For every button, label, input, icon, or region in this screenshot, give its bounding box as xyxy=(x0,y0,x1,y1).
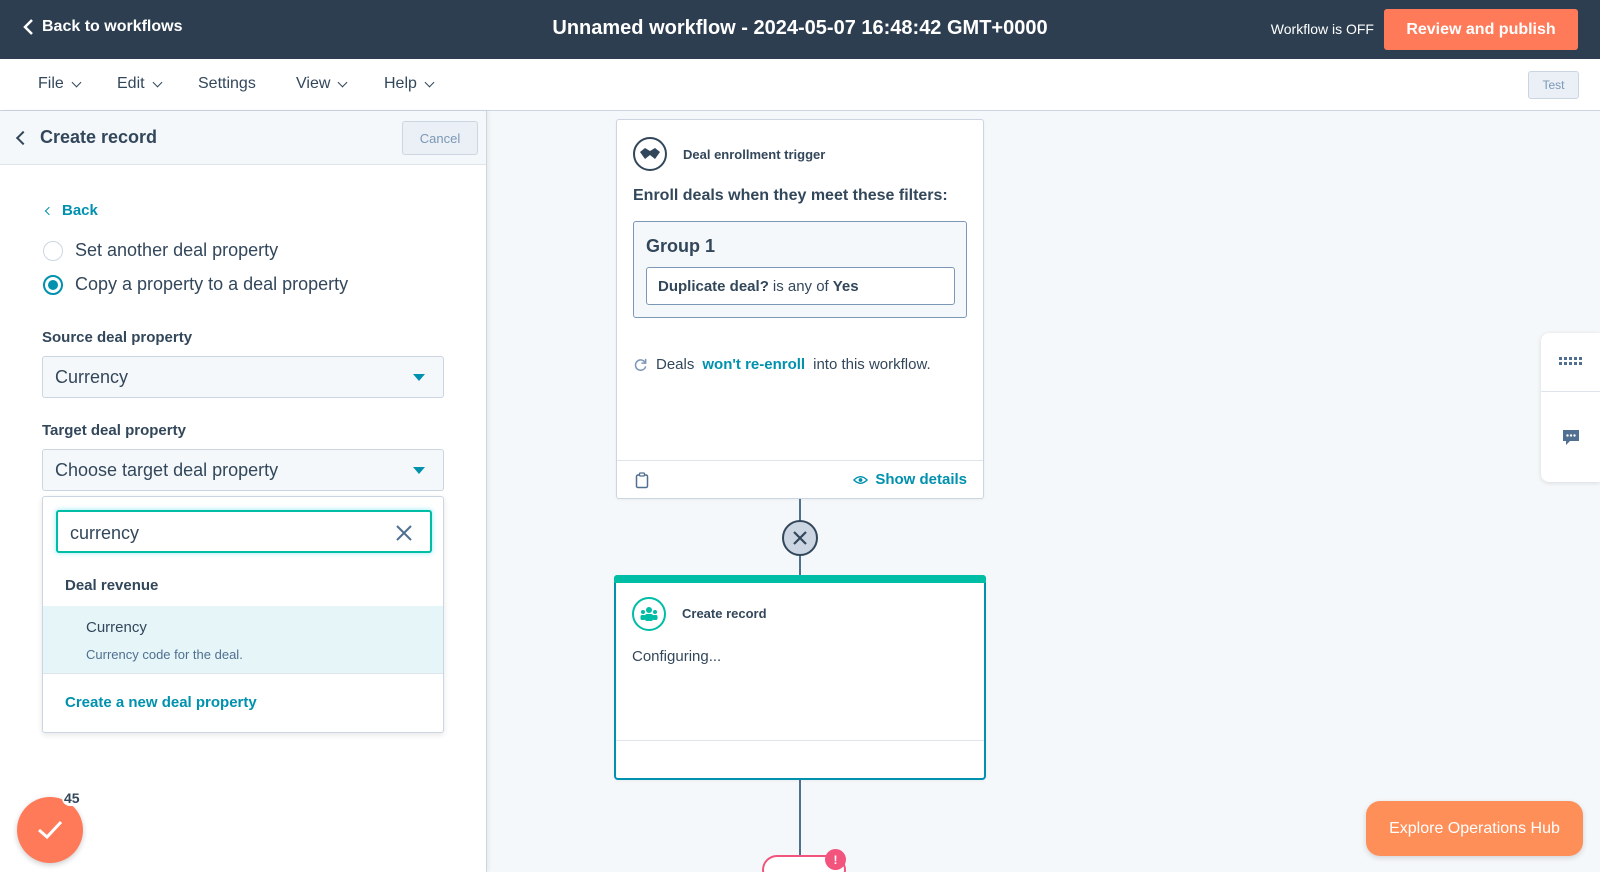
reenroll-post: into this workflow. xyxy=(813,356,931,373)
side-tools-panel xyxy=(1541,333,1600,482)
reenroll-note: Deals won't re-enroll into this workflow… xyxy=(633,356,931,373)
menu-file-label: File xyxy=(38,75,64,92)
menu-file[interactable]: File xyxy=(38,75,82,93)
search-value: currency xyxy=(70,523,140,543)
option-description: Currency code for the deal. xyxy=(86,647,243,662)
filter-group: Group 1 Duplicate deal? is any of Yes xyxy=(633,221,967,318)
explore-operations-hub-button[interactable]: Explore Operations Hub xyxy=(1366,801,1583,856)
create-record-panel: Create record Cancel Back Set another de… xyxy=(0,111,487,872)
panel-header: Create record Cancel xyxy=(0,111,486,165)
filter-property: Duplicate deal? xyxy=(658,277,769,295)
checkmark-icon xyxy=(38,820,63,840)
chevron-down-icon xyxy=(152,77,163,87)
clipboard-icon[interactable] xyxy=(635,472,649,489)
trigger-title: Deal enrollment trigger xyxy=(683,147,826,162)
top-bar: Back to workflows Unnamed workflow - 202… xyxy=(0,0,1600,59)
connector-line xyxy=(799,780,801,860)
people-icon xyxy=(632,597,666,631)
action-card-accent xyxy=(614,575,986,583)
create-record-action-card[interactable]: Create record Configuring... xyxy=(614,575,986,780)
cancel-button[interactable]: Cancel xyxy=(402,121,478,155)
handshake-icon xyxy=(633,137,667,171)
menu-help[interactable]: Help xyxy=(384,75,435,93)
menu-view[interactable]: View xyxy=(296,75,348,93)
chevron-down-icon xyxy=(337,77,348,87)
keyboard-icon xyxy=(1558,357,1582,365)
dropdown-divider xyxy=(43,673,443,674)
radio-label: Set another deal property xyxy=(75,240,279,260)
radio-copy-property[interactable]: Copy a property to a deal property xyxy=(43,274,348,295)
target-property-select[interactable]: Choose target deal property xyxy=(42,449,444,491)
chevron-left-icon xyxy=(15,130,31,145)
create-new-property-link[interactable]: Create a new deal property xyxy=(65,694,257,711)
checklist-count-badge: 45 xyxy=(62,790,82,806)
keyboard-shortcuts-button[interactable] xyxy=(1541,333,1600,391)
eye-icon xyxy=(853,475,869,484)
warning-badge: ! xyxy=(825,849,846,870)
enroll-text: Enroll deals when they meet these filter… xyxy=(633,187,948,204)
action-status: Configuring... xyxy=(632,648,722,665)
target-property-dropdown: currency Deal revenue Currency Currency … xyxy=(42,496,444,733)
radio-set-another-property[interactable]: Set another deal property xyxy=(43,240,278,261)
back-link[interactable]: Back xyxy=(44,202,98,219)
menu-help-label: Help xyxy=(384,75,417,92)
trigger-card-footer: Show details xyxy=(617,460,983,499)
source-property-label: Source deal property xyxy=(42,329,193,346)
radio-button-checked[interactable] xyxy=(43,274,63,295)
action-card-divider xyxy=(616,740,984,741)
test-button[interactable]: Test xyxy=(1528,71,1579,99)
filter-operator: is any of xyxy=(772,277,829,295)
menu-view-label: View xyxy=(296,75,331,92)
reenroll-link[interactable]: won't re-enroll xyxy=(702,356,805,373)
caret-down-icon xyxy=(413,374,425,381)
clear-icon[interactable] xyxy=(395,524,413,542)
source-property-select[interactable]: Currency xyxy=(42,356,444,398)
chevron-left-icon xyxy=(23,19,33,35)
back-to-workflows-link[interactable]: Back to workflows xyxy=(22,18,182,36)
source-property-value: Currency xyxy=(55,366,129,387)
option-title: Currency xyxy=(86,619,147,636)
target-property-value: Choose target deal property xyxy=(55,459,279,480)
delete-connection-button[interactable] xyxy=(782,520,818,556)
review-and-publish-button[interactable]: Review and publish xyxy=(1384,9,1578,50)
refresh-icon xyxy=(634,358,647,371)
dropdown-group-label: Deal revenue xyxy=(65,577,159,594)
caret-down-icon xyxy=(413,467,425,474)
menu-bar: File Edit Settings View Help Test xyxy=(0,59,1600,111)
close-icon xyxy=(793,531,807,545)
action-title: Create record xyxy=(682,606,767,621)
chevron-down-icon xyxy=(71,77,82,87)
show-details-link[interactable]: Show details xyxy=(853,471,967,488)
radio-button[interactable] xyxy=(43,240,63,261)
property-search-input[interactable]: currency xyxy=(56,510,432,553)
show-details-label: Show details xyxy=(875,471,967,488)
onboarding-checklist-button[interactable] xyxy=(17,797,83,863)
menu-settings-label: Settings xyxy=(198,75,256,92)
filter-value: Yes xyxy=(832,277,859,295)
menu-settings[interactable]: Settings xyxy=(198,75,256,93)
panel-title-label: Create record xyxy=(40,127,158,147)
connector-line xyxy=(799,556,801,576)
chevron-down-icon xyxy=(424,77,435,87)
comment-icon xyxy=(1562,429,1579,445)
back-to-workflows-label: Back to workflows xyxy=(42,18,183,35)
panel-title[interactable]: Create record xyxy=(14,127,157,148)
filter-condition[interactable]: Duplicate deal? is any of Yes xyxy=(646,267,955,305)
dropdown-option-currency[interactable]: Currency Currency code for the deal. xyxy=(43,606,443,673)
workflow-status: Workflow is OFF xyxy=(1270,21,1374,37)
radio-label: Copy a property to a deal property xyxy=(75,274,349,294)
target-property-label: Target deal property xyxy=(42,422,186,439)
trigger-card[interactable]: Deal enrollment trigger Enroll deals whe… xyxy=(616,119,984,499)
group-title: Group 1 xyxy=(646,236,716,256)
menu-edit[interactable]: Edit xyxy=(117,75,163,93)
connector-line xyxy=(799,499,801,521)
comments-button[interactable] xyxy=(1541,392,1600,482)
chevron-left-icon xyxy=(44,206,54,215)
reenroll-pre: Deals xyxy=(656,356,695,373)
menu-edit-label: Edit xyxy=(117,75,145,92)
back-label: Back xyxy=(62,202,98,219)
